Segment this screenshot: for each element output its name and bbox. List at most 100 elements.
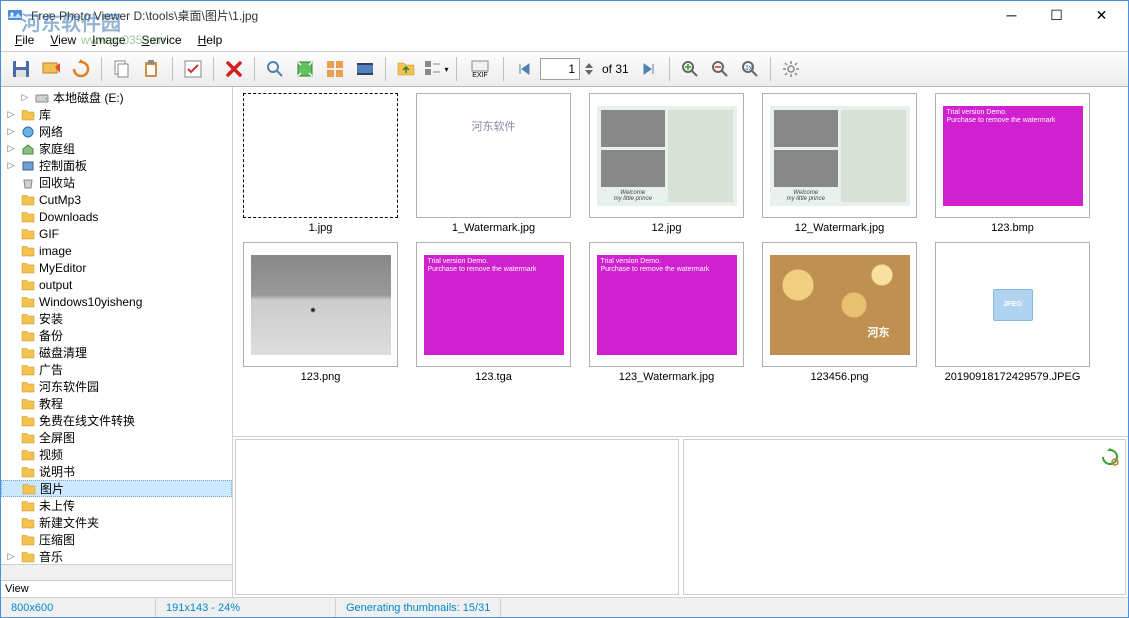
thumbnail-image[interactable]: Trial version Demo.Purchase to remove th… [935,93,1090,218]
tree-item[interactable]: 压缩图 [1,531,232,548]
tree-item-label: 视频 [39,446,63,463]
filmstrip-button[interactable] [351,55,379,83]
minimize-button[interactable]: ─ [989,1,1034,29]
tree-item[interactable]: 回收站 [1,174,232,191]
tree-item[interactable]: Downloads [1,208,232,225]
tree-toggle-icon[interactable]: ▷ [5,109,17,120]
close-button[interactable]: ✕ [1079,1,1124,29]
view-tab-label[interactable]: View [1,580,232,597]
thumbnail-grid[interactable]: 1.jpg河东软件1_Watermark.jpgWelcomemy little… [233,87,1128,437]
folder-tree[interactable]: ▷本地磁盘 (E:)▷库▷网络▷家庭组▷控制面板回收站CutMp3Downloa… [1,87,232,564]
thumbnail-item[interactable]: Trial version Demo.Purchase to remove th… [935,93,1090,234]
delete-button[interactable] [220,55,248,83]
zoom-in-button[interactable] [676,55,704,83]
thumbnails-button[interactable] [321,55,349,83]
thumbnail-image[interactable]: JPEG [935,242,1090,367]
exif-button[interactable]: EXIF [463,55,497,83]
tree-toggle-icon[interactable]: ▷ [5,160,17,171]
tree-item-label: 音乐 [39,548,63,564]
preview-right[interactable] [683,439,1127,595]
tree-toggle-icon[interactable]: ▷ [5,143,17,154]
tree-item[interactable]: image [1,242,232,259]
paste-button[interactable] [138,55,166,83]
tree-item[interactable]: 全屏图 [1,429,232,446]
tree-item[interactable]: ▷家庭组 [1,140,232,157]
thumbnail-item[interactable]: Trial version Demo.Purchase to remove th… [589,242,744,383]
refresh-button[interactable] [67,55,95,83]
thumbnail-image[interactable] [243,93,398,218]
tree-toggle-icon[interactable]: ▷ [5,551,17,562]
tree-toggle-icon[interactable]: ▷ [5,126,17,137]
tree-item[interactable]: Windows10yisheng [1,293,232,310]
tree-item[interactable]: ▷网络 [1,123,232,140]
save-button[interactable] [7,55,35,83]
copy-button[interactable] [108,55,136,83]
page-stepper[interactable] [582,55,596,83]
menu-service[interactable]: Service [134,31,190,49]
tree-item[interactable]: 教程 [1,395,232,412]
tree-item-label: image [39,244,72,258]
last-page-button[interactable] [635,55,663,83]
tree-item[interactable]: 说明书 [1,463,232,480]
thumbnail-image[interactable]: Welcomemy little prince [762,93,917,218]
tree-item[interactable]: CutMp3 [1,191,232,208]
tree-item[interactable]: output [1,276,232,293]
thumbnail-item[interactable]: 123.png [243,242,398,383]
tree-item[interactable]: 广告 [1,361,232,378]
tree-item[interactable]: 磁盘清理 [1,344,232,361]
thumbnail-image[interactable]: Trial version Demo.Purchase to remove th… [589,242,744,367]
tree-item[interactable]: 视频 [1,446,232,463]
thumbnail-image[interactable]: 河东 [762,242,917,367]
thumbnail-item[interactable]: 河东软件1_Watermark.jpg [416,93,571,234]
slideshow-button[interactable] [37,55,65,83]
tree-item[interactable]: GIF [1,225,232,242]
thumbnail-filename: 123.png [301,371,341,383]
fit-button[interactable] [291,55,319,83]
menu-file[interactable]: File [7,31,42,49]
menu-view[interactable]: View [42,31,84,49]
thumbnail-item[interactable]: 1.jpg [243,93,398,234]
thumbnail-item[interactable]: Welcomemy little prince12.jpg [589,93,744,234]
tree-item[interactable]: 备份 [1,327,232,344]
page-input[interactable] [540,58,580,80]
menu-image[interactable]: Image [84,31,133,49]
thumbnail-image[interactable]: 河东软件 [416,93,571,218]
bin-icon [20,176,36,190]
thumbnail-item[interactable]: JPEG20190918172429579.JPEG [935,242,1090,383]
thumbnail-item[interactable]: Welcomemy little prince12_Watermark.jpg [762,93,917,234]
tree-item[interactable]: 免费在线文件转换 [1,412,232,429]
thumbnail-image[interactable]: Trial version Demo.Purchase to remove th… [416,242,571,367]
tree-item-label: 全屏图 [39,429,75,446]
tree-item[interactable]: ▷ 音乐 [1,548,232,564]
zoom-actual-button[interactable]: 1x [736,55,764,83]
up-folder-button[interactable] [392,55,420,83]
tree-hscroll[interactable] [1,564,232,580]
thumbnail-image[interactable]: Welcomemy little prince [589,93,744,218]
tree-item[interactable]: MyEditor [1,259,232,276]
tree-item[interactable]: ▷库 [1,106,232,123]
tree-item[interactable]: 河东软件园 [1,378,232,395]
tree-item[interactable]: ▷本地磁盘 (E:) [1,89,232,106]
tree-toggle-icon[interactable]: ▷ [19,92,31,103]
settings-button[interactable] [777,55,805,83]
tree-item-label: 安装 [39,310,63,327]
view-mode-button[interactable]: ▾ [422,55,450,83]
thumbnail-item[interactable]: Trial version Demo.Purchase to remove th… [416,242,571,383]
tree-item[interactable]: 图片 [1,480,232,497]
first-page-button[interactable] [510,55,538,83]
folder-icon [20,533,36,547]
preview-refresh-icon[interactable] [1101,448,1119,466]
preview-left[interactable] [235,439,679,595]
select-button[interactable] [179,55,207,83]
tree-item[interactable]: 未上传 [1,497,232,514]
tree-item[interactable]: 安装 [1,310,232,327]
tree-item[interactable]: ▷控制面板 [1,157,232,174]
thumbnail-item[interactable]: 河东123456.png [762,242,917,383]
zoom-out-button[interactable] [706,55,734,83]
thumbnail-image[interactable] [243,242,398,367]
folder-icon [20,261,36,275]
zoom-button[interactable] [261,55,289,83]
tree-item[interactable]: 新建文件夹 [1,514,232,531]
menu-help[interactable]: Help [190,31,231,49]
maximize-button[interactable]: ☐ [1034,1,1079,29]
